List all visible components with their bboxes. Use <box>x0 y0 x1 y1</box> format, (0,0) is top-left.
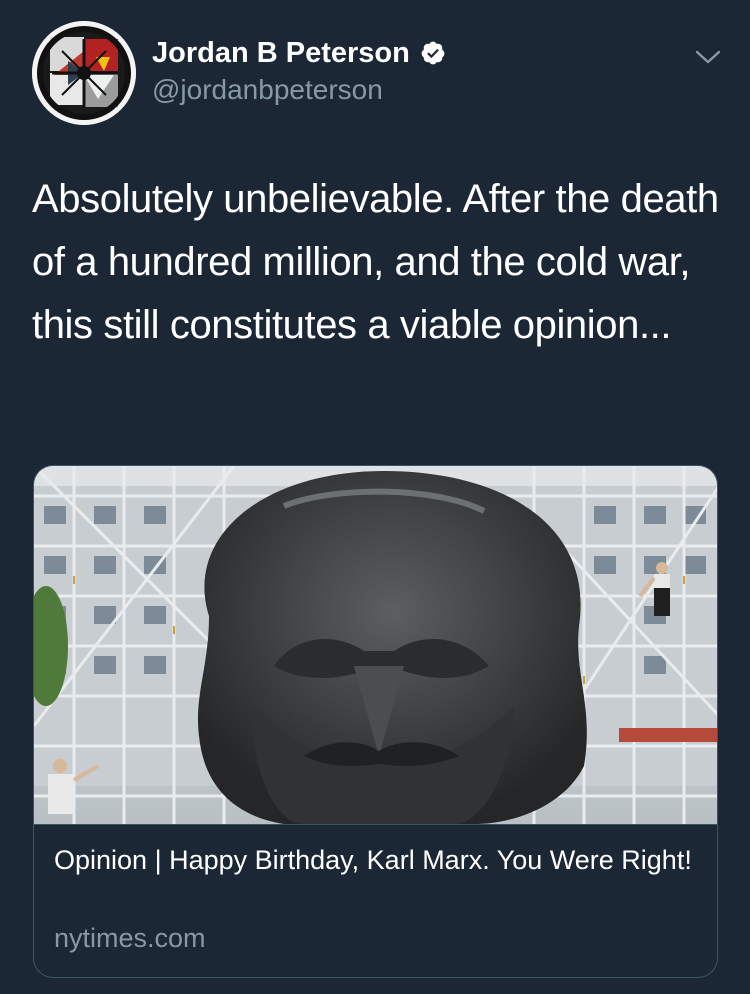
card-domain: nytimes.com <box>54 923 206 953</box>
card-title[interactable]: Opinion | Happy Birthday, Karl Marx. You… <box>54 842 704 878</box>
card-image[interactable] <box>34 466 717 824</box>
author-name-row: Jordan B Peterson <box>152 36 446 70</box>
author-handle[interactable]: @jordanbpeterson <box>152 74 383 106</box>
author-avatar[interactable] <box>32 21 136 125</box>
tweet-text: Absolutely unbelievable. After the death… <box>32 177 719 347</box>
card-body[interactable]: Opinion | Happy Birthday, Karl Marx. You… <box>34 824 717 977</box>
abstract-geometric-avatar-icon <box>32 21 136 125</box>
tweet-menu-button[interactable] <box>690 42 726 72</box>
author-display-name[interactable]: Jordan B Peterson <box>152 37 410 70</box>
verified-badge-icon <box>420 40 446 66</box>
tweet-header: Jordan B Peterson @jordanbpeterson <box>0 0 750 140</box>
link-card[interactable]: Opinion | Happy Birthday, Karl Marx. You… <box>33 465 718 978</box>
chevron-down-icon <box>695 50 721 64</box>
